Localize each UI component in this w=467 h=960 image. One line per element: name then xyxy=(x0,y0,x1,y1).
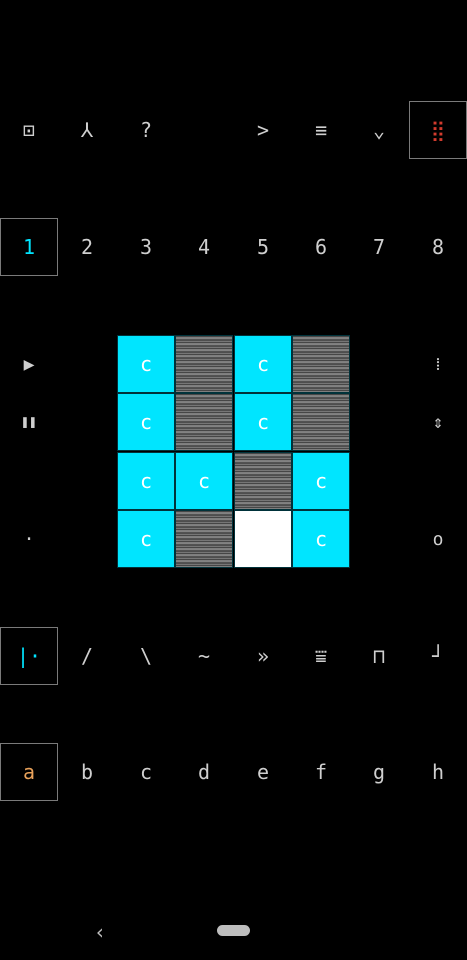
step-icon[interactable]: |· xyxy=(0,627,58,685)
letter-e[interactable]: e xyxy=(234,743,292,801)
letter-b[interactable]: b xyxy=(58,743,116,801)
track-2[interactable]: 2 xyxy=(58,218,116,276)
pad-r3c4[interactable]: c xyxy=(292,452,350,510)
track-selector: 1 2 3 4 5 6 7 8 xyxy=(0,218,467,276)
waveform-selector: |· / \ ~ » ⩸ ⊓ ┘ xyxy=(0,627,467,685)
pad-grid: c c c c c c c c c xyxy=(117,335,350,568)
letter-d[interactable]: d xyxy=(175,743,233,801)
pad-r3c3[interactable] xyxy=(234,452,292,510)
track-8[interactable]: 8 xyxy=(409,218,467,276)
ramp-down-icon[interactable]: \ xyxy=(117,627,175,685)
wrench-icon[interactable]: ⅄ xyxy=(58,101,116,159)
back-icon[interactable]: ‹ xyxy=(94,920,106,944)
pad-r4c1[interactable]: c xyxy=(117,510,175,568)
letter-a[interactable]: a xyxy=(0,743,58,801)
play-arrow-icon[interactable]: > xyxy=(234,101,292,159)
question-icon[interactable]: ? xyxy=(117,101,175,159)
updown-icon[interactable]: ⇕ xyxy=(409,393,467,451)
track-1[interactable]: 1 xyxy=(0,218,58,276)
square-wave-icon[interactable]: ⊓ xyxy=(350,627,408,685)
pad-r2c2[interactable] xyxy=(175,393,233,451)
pad-r1c1[interactable]: c xyxy=(117,335,175,393)
track-3[interactable]: 3 xyxy=(117,218,175,276)
ramp-up-icon[interactable]: / xyxy=(58,627,116,685)
pad-r2c1[interactable]: c xyxy=(117,393,175,451)
note-icon[interactable]: ┘ xyxy=(409,627,467,685)
track-5[interactable]: 5 xyxy=(234,218,292,276)
letter-selector: a b c d e f g h xyxy=(0,743,467,801)
pad-r3c2[interactable]: c xyxy=(175,452,233,510)
dot-icon[interactable]: · xyxy=(0,510,58,568)
pad-r2c4[interactable] xyxy=(292,393,350,451)
track-6[interactable]: 6 xyxy=(292,218,350,276)
pad-r1c3[interactable]: c xyxy=(234,335,292,393)
pad-r3c1[interactable]: c xyxy=(117,452,175,510)
sine-icon[interactable]: ~ xyxy=(175,627,233,685)
track-7[interactable]: 7 xyxy=(350,218,408,276)
top-toolbar: ⊡ ⅄ ? > ≡ ⌄ ⣿ xyxy=(0,101,467,159)
letter-g[interactable]: g xyxy=(350,743,408,801)
circle-icon[interactable]: o xyxy=(409,510,467,568)
home-pill[interactable] xyxy=(217,925,250,936)
toolbar-empty xyxy=(175,101,233,159)
track-4[interactable]: 4 xyxy=(175,218,233,276)
pad-r2c3[interactable]: c xyxy=(234,393,292,451)
grid-dots-icon[interactable]: ⣿ xyxy=(409,101,467,159)
pause-icon[interactable]: ❚❚ xyxy=(0,393,58,451)
letter-f[interactable]: f xyxy=(292,743,350,801)
pad-r1c4[interactable] xyxy=(292,335,350,393)
filter-icon[interactable]: ⩸ xyxy=(292,627,350,685)
fast-forward-icon[interactable]: » xyxy=(234,627,292,685)
pad-r4c3[interactable] xyxy=(234,510,292,568)
pad-r4c2[interactable] xyxy=(175,510,233,568)
letter-h[interactable]: h xyxy=(409,743,467,801)
pad-r4c4[interactable]: c xyxy=(292,510,350,568)
square-icon[interactable]: ⊡ xyxy=(0,101,58,159)
dots-icon[interactable]: ⁞ xyxy=(409,335,467,393)
wave-icon[interactable]: ⌄ xyxy=(350,101,408,159)
play-icon[interactable]: ▶ xyxy=(0,335,58,393)
pad-r1c2[interactable] xyxy=(175,335,233,393)
letter-c[interactable]: c xyxy=(117,743,175,801)
menu-icon[interactable]: ≡ xyxy=(292,101,350,159)
